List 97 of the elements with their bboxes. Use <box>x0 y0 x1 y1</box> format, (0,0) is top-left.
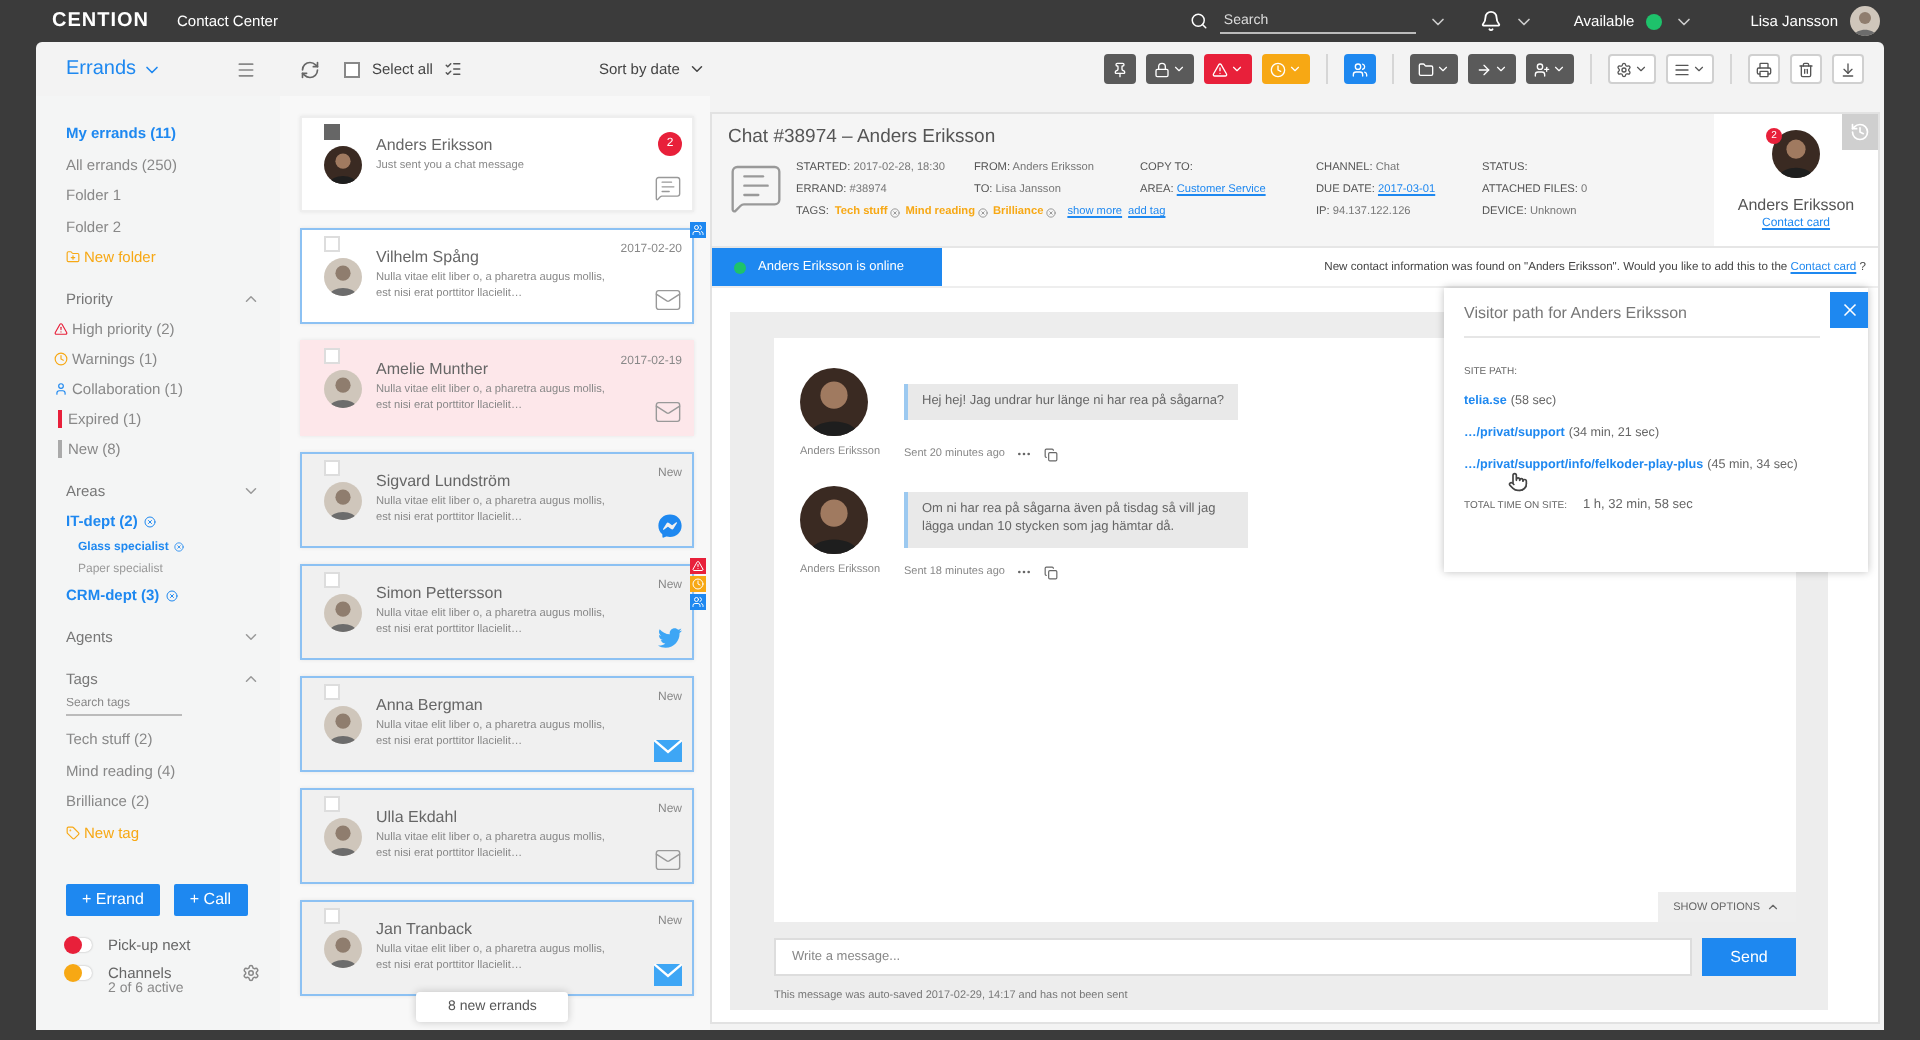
history-icon <box>1850 122 1870 142</box>
download-icon <box>1840 61 1856 77</box>
caret-icon <box>1634 62 1648 76</box>
delete-button[interactable] <box>1790 54 1822 84</box>
print-button[interactable] <box>1748 54 1780 84</box>
settings-button[interactable] <box>1608 54 1656 84</box>
marker-icon <box>58 440 62 458</box>
warning-button[interactable] <box>1204 54 1252 84</box>
avatar-icon <box>324 370 362 408</box>
marker-icon <box>58 410 62 428</box>
avatar-icon <box>324 818 362 856</box>
chevron-up-icon <box>1766 900 1780 914</box>
delete-icon <box>1798 61 1814 77</box>
hand-pointer-icon <box>1508 472 1528 492</box>
remove-icon[interactable] <box>165 589 178 601</box>
caret-icon <box>1288 62 1302 76</box>
view-dropdown[interactable]: Errands <box>66 58 163 80</box>
assign-icon <box>1534 61 1550 77</box>
errand-checkbox[interactable] <box>324 124 340 140</box>
toggle-switch[interactable] <box>66 937 92 951</box>
brand-logo: CENTION <box>52 10 149 32</box>
notification-icon[interactable] <box>1479 10 1502 32</box>
caret-icon <box>1692 62 1706 76</box>
contact-name: Amelie Munther <box>376 360 491 378</box>
avatar-icon <box>324 706 362 744</box>
user-icon <box>54 382 68 396</box>
avatar-icon <box>324 146 362 184</box>
remove-icon[interactable] <box>1045 207 1056 217</box>
assign-button[interactable] <box>1526 54 1574 84</box>
create-button[interactable]: + Call <box>173 883 248 915</box>
avatar-icon <box>324 930 362 968</box>
select-all-checkbox[interactable] <box>344 61 360 77</box>
pin-icon <box>1112 61 1128 77</box>
search-icon <box>1189 12 1208 30</box>
collaboration-icon <box>1352 61 1368 77</box>
print-icon <box>1756 61 1772 77</box>
list-icon[interactable] <box>444 60 463 78</box>
caret-icon <box>1494 62 1508 76</box>
folder-button[interactable] <box>1410 54 1458 84</box>
copy-icon[interactable] <box>1044 565 1059 579</box>
contact-name: Anders Eriksson <box>376 136 495 154</box>
settings-icon[interactable] <box>242 963 260 981</box>
download-button[interactable] <box>1832 54 1864 84</box>
folder-icon <box>1418 61 1434 77</box>
contact-name: Jan Tranback <box>376 920 475 938</box>
avatar-icon <box>324 482 362 520</box>
clock-icon <box>54 352 68 366</box>
toggle-switch[interactable] <box>66 965 92 979</box>
view-icon <box>1674 61 1690 77</box>
avatar-icon <box>1772 130 1820 178</box>
remove-icon[interactable] <box>977 207 987 217</box>
contact-name: Simon Pettersson <box>376 584 505 602</box>
contact-name: Ulla Ekdahl <box>376 808 459 826</box>
status-dot <box>1646 13 1663 29</box>
close-icon <box>1839 300 1859 320</box>
menu-icon[interactable] <box>236 59 256 79</box>
remove-icon[interactable] <box>174 542 185 552</box>
tag-icon <box>66 825 80 839</box>
caret-icon <box>1436 62 1450 76</box>
remove-icon[interactable] <box>889 207 900 217</box>
envelope-icon <box>654 739 682 761</box>
forward-button[interactable] <box>1468 54 1516 84</box>
view-button[interactable] <box>1666 54 1714 84</box>
contact-name: Anna Bergman <box>376 696 485 714</box>
caret-icon <box>1552 62 1566 76</box>
clock-icon <box>1270 61 1286 77</box>
warning-icon <box>54 322 68 336</box>
avatar-icon <box>800 486 868 554</box>
send-button[interactable]: Send <box>1702 938 1796 976</box>
avatar-icon <box>1850 6 1880 36</box>
avatar-icon <box>800 368 868 436</box>
lock-button[interactable] <box>1146 54 1194 84</box>
close-button[interactable] <box>1830 292 1868 328</box>
caret-icon <box>1172 62 1186 76</box>
contact-name: Vilhelm Spång <box>376 248 481 266</box>
folder-plus-icon <box>66 250 80 264</box>
popup-title: Visitor path for Anders Eriksson <box>1464 304 1820 338</box>
chevron-down-icon <box>687 60 706 78</box>
chat-icon <box>728 160 784 216</box>
lock-icon <box>1154 61 1170 77</box>
caret-icon <box>1230 62 1244 76</box>
avatar-icon <box>324 594 362 632</box>
online-dot <box>734 261 746 273</box>
settings-icon <box>1616 61 1632 77</box>
avatar-icon <box>324 258 362 296</box>
forward-icon <box>1476 61 1492 77</box>
pin-button[interactable] <box>1104 54 1136 84</box>
collaboration-button[interactable] <box>1344 54 1376 84</box>
copy-icon[interactable] <box>1044 447 1059 461</box>
warning-icon <box>1212 61 1228 77</box>
create-button[interactable]: + Errand <box>66 883 160 915</box>
contact-name: Sigvard Lundström <box>376 472 513 490</box>
chat-title: Chat #38974 – Anders Eriksson <box>728 126 998 148</box>
envelope-icon <box>654 963 682 985</box>
contact-name: Anders Eriksson <box>1737 196 1855 214</box>
remove-icon[interactable] <box>143 515 156 527</box>
refresh-icon[interactable] <box>300 59 320 79</box>
